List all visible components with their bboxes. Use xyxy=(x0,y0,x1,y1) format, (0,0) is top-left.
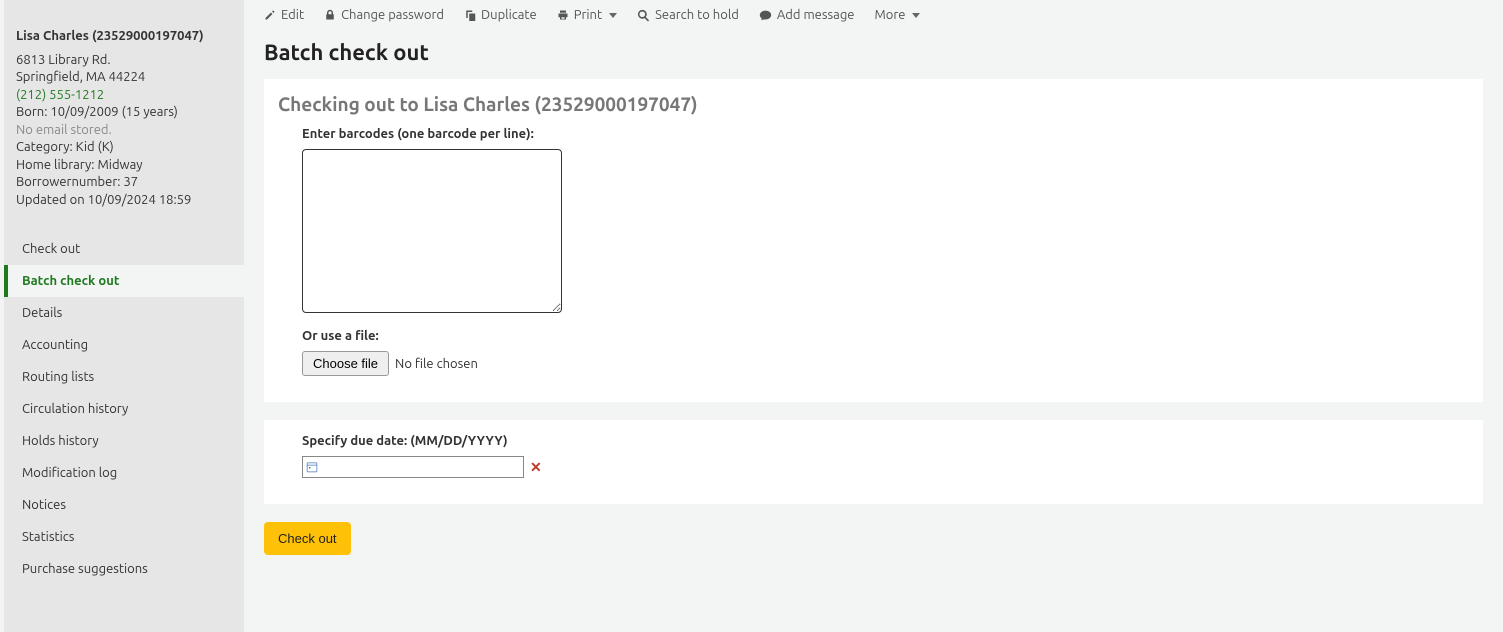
main-content: Edit Change password Duplicate Print xyxy=(244,0,1503,632)
nav-holds-history[interactable]: Holds history xyxy=(4,425,244,457)
due-date-field-wrap[interactable] xyxy=(302,456,524,478)
patron-born: Born: 10/09/2009 (15 years) xyxy=(16,104,232,122)
patron-summary: Lisa Charles (23529000197047) 6813 Libra… xyxy=(4,28,244,227)
change-password-label: Change password xyxy=(341,8,444,22)
edit-label: Edit xyxy=(281,8,304,22)
choose-file-button[interactable]: Choose file xyxy=(302,351,389,376)
due-date-panel: Specify due date: (MM/DD/YYYY) ✕ xyxy=(264,420,1483,504)
nav-circulation-history[interactable]: Circulation history xyxy=(4,393,244,425)
print-label: Print xyxy=(574,8,602,22)
add-message-label: Add message xyxy=(777,8,855,22)
lock-icon xyxy=(324,9,336,21)
search-icon xyxy=(637,9,650,22)
nav-purchase-suggestions[interactable]: Purchase suggestions xyxy=(4,553,244,585)
or-use-file-label: Or use a file: xyxy=(302,329,1447,343)
pencil-icon xyxy=(264,9,276,21)
patron-address-1: 6813 Library Rd. xyxy=(16,52,232,70)
barcode-panel: Checking out to Lisa Charles (2352900019… xyxy=(264,79,1483,402)
patron-category: Category: Kid (K) xyxy=(16,139,232,157)
duplicate-button[interactable]: Duplicate xyxy=(464,8,537,22)
patron-phone-link[interactable]: (212) 555-1212 xyxy=(16,88,104,102)
nav-routing-lists[interactable]: Routing lists xyxy=(4,361,244,393)
no-file-text: No file chosen xyxy=(395,357,478,371)
checkout-submit-button[interactable]: Check out xyxy=(264,522,351,555)
chevron-down-icon xyxy=(912,13,920,18)
patron-updated: Updated on 10/09/2024 18:59 xyxy=(16,192,232,210)
nav-modification-log[interactable]: Modification log xyxy=(4,457,244,489)
printer-icon xyxy=(557,9,569,21)
clear-date-button[interactable]: ✕ xyxy=(530,459,542,476)
print-menu[interactable]: Print xyxy=(557,8,617,22)
nav-statistics[interactable]: Statistics xyxy=(4,521,244,553)
more-label: More xyxy=(874,8,905,22)
nav-details[interactable]: Details xyxy=(4,297,244,329)
nav-accounting[interactable]: Accounting xyxy=(4,329,244,361)
patron-borrower-number: Borrowernumber: 37 xyxy=(16,174,232,192)
nav-checkout[interactable]: Check out xyxy=(4,233,244,265)
duplicate-label: Duplicate xyxy=(481,8,537,22)
page-title: Batch check out xyxy=(264,40,1483,65)
action-toolbar: Edit Change password Duplicate Print xyxy=(264,0,1483,32)
copy-icon xyxy=(464,9,476,21)
patron-home-library: Home library: Midway xyxy=(16,157,232,175)
more-menu[interactable]: More xyxy=(874,8,920,22)
calendar-icon xyxy=(303,461,321,473)
search-to-hold-button[interactable]: Search to hold xyxy=(637,8,739,22)
speech-bubble-icon xyxy=(759,9,772,22)
chevron-down-icon xyxy=(609,13,617,18)
change-password-button[interactable]: Change password xyxy=(324,8,444,22)
patron-address-2: Springfield, MA 44224 xyxy=(16,69,232,87)
patron-name: Lisa Charles (23529000197047) xyxy=(16,28,232,46)
checking-out-heading: Checking out to Lisa Charles (2352900019… xyxy=(278,93,1447,115)
barcodes-textarea[interactable] xyxy=(302,149,562,313)
add-message-button[interactable]: Add message xyxy=(759,8,855,22)
patron-nav: Check out Batch check out Details Accoun… xyxy=(4,233,244,585)
barcodes-label: Enter barcodes (one barcode per line): xyxy=(302,127,1447,141)
nav-notices[interactable]: Notices xyxy=(4,489,244,521)
nav-batch-checkout[interactable]: Batch check out xyxy=(4,265,244,297)
edit-button[interactable]: Edit xyxy=(264,8,304,22)
patron-email: No email stored. xyxy=(16,122,232,140)
due-date-label: Specify due date: (MM/DD/YYYY) xyxy=(302,434,1447,448)
due-date-input[interactable] xyxy=(321,457,523,477)
patron-sidebar: Lisa Charles (23529000197047) 6813 Libra… xyxy=(4,0,244,632)
search-to-hold-label: Search to hold xyxy=(655,8,739,22)
